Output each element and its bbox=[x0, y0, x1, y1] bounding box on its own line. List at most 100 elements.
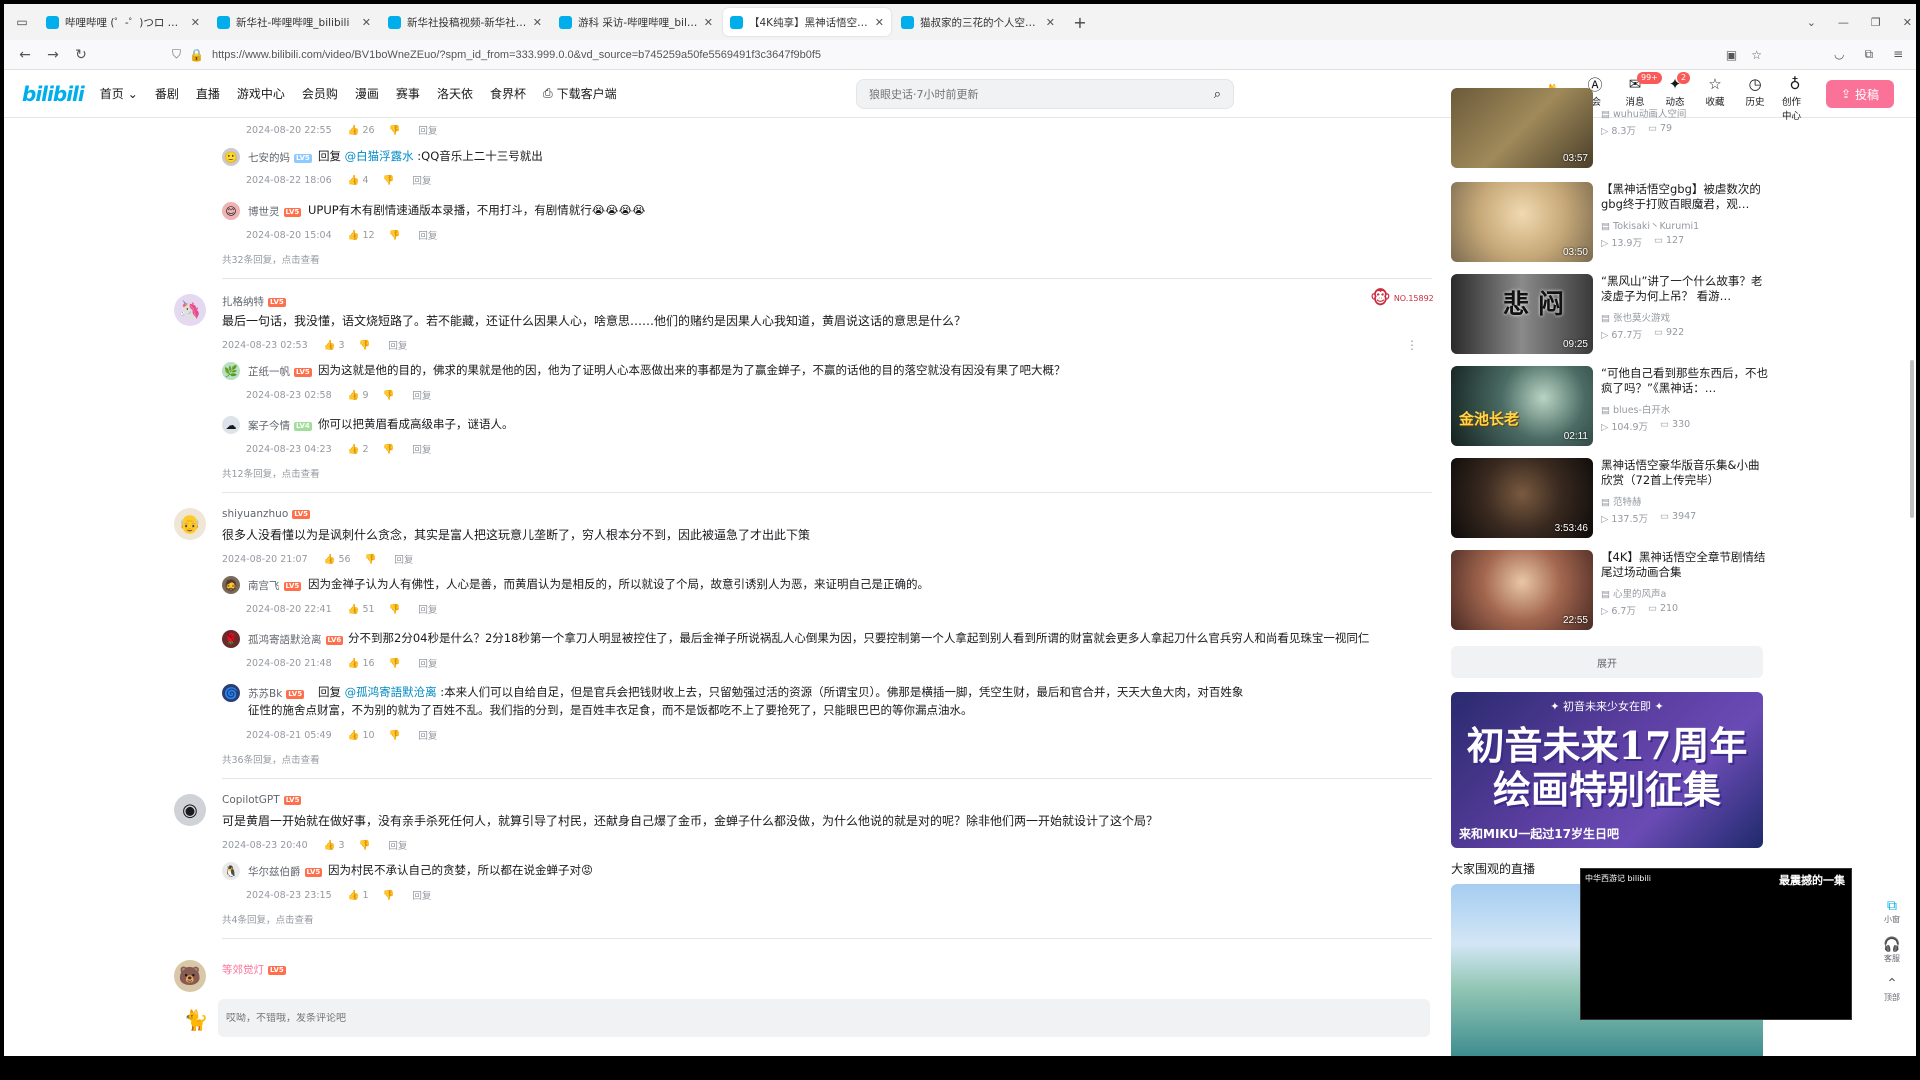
reply-button[interactable]: 回复 bbox=[418, 656, 437, 670]
like-button[interactable]: 👍 1 bbox=[348, 890, 369, 901]
uploader-name[interactable]: ▤ Tokisaki丶Kurumi1 bbox=[1601, 218, 1699, 232]
recommended-video[interactable]: 22:55 【4K】黑神话悟空全章节剧情结尾过场动画合集 ▤ 心里的风声a ▷ … bbox=[1451, 550, 1771, 632]
search-icon[interactable]: ⌕ bbox=[1214, 87, 1221, 102]
avatar[interactable]: 😊 bbox=[222, 202, 240, 220]
dislike-icon[interactable]: 👎 bbox=[389, 125, 401, 136]
browser-tab[interactable]: 新华社投稿视频-新华社视频分✕ bbox=[381, 8, 549, 36]
reply-button[interactable]: 回复 bbox=[418, 123, 437, 137]
nav-home[interactable]: 首页 ⌄ bbox=[100, 85, 138, 102]
comment-username[interactable]: 等郊觉灯 LV5 bbox=[222, 962, 286, 977]
reload-icon[interactable]: ↻ bbox=[68, 42, 94, 68]
expand-button[interactable]: 展开 bbox=[1451, 646, 1763, 678]
bookmark-star-icon[interactable]: ☆ bbox=[1751, 48, 1762, 62]
nav-food-cup[interactable]: 食界杯 bbox=[490, 85, 526, 102]
search-input[interactable] bbox=[869, 87, 1214, 101]
nav-game-center[interactable]: 游戏中心 bbox=[237, 85, 285, 102]
dislike-icon[interactable]: 👎 bbox=[359, 340, 371, 351]
video-thumbnail[interactable]: 金池长老 02:11 bbox=[1451, 366, 1593, 446]
mention-link[interactable]: @白猫浮露水 bbox=[345, 149, 414, 163]
reply-button[interactable]: 回复 bbox=[418, 728, 437, 742]
comment-input[interactable] bbox=[226, 1012, 1422, 1024]
browser-tab[interactable]: 猫叔家的三花的个人空间-猫叔✕ bbox=[894, 8, 1062, 36]
reply-button[interactable]: 回复 bbox=[412, 388, 431, 402]
like-button[interactable]: 👍 10 bbox=[348, 730, 375, 741]
reply-button[interactable]: 回复 bbox=[412, 888, 431, 902]
reply-username[interactable]: 孤鸿寄語默沧离 LV6 bbox=[248, 632, 344, 647]
reply-username[interactable]: 华尔兹伯爵 LV5 bbox=[248, 864, 323, 879]
comment-username[interactable]: shiyuanzhuo LV5 bbox=[222, 508, 311, 520]
shield-icon[interactable]: ⛉ bbox=[172, 47, 181, 62]
uploader-name[interactable]: ▤ 范特赫 bbox=[1601, 494, 1642, 508]
view-more-replies-link[interactable]: 共32条回复，点击查看 bbox=[222, 252, 320, 266]
browser-tab[interactable]: 新华社-哔哩哔哩_bilibili ✕ bbox=[210, 8, 378, 36]
browser-tab-active[interactable]: 【4K纯享】黑神话悟空章节动画✕ bbox=[723, 8, 891, 36]
bilibili-logo[interactable]: bilibili bbox=[22, 82, 85, 106]
close-tab-icon[interactable]: ✕ bbox=[362, 16, 371, 29]
comment-username[interactable]: 扎格纳特 LV5 bbox=[222, 294, 286, 309]
avatar[interactable]: 🌹 bbox=[222, 630, 240, 648]
avatar[interactable]: 🌿 bbox=[222, 362, 240, 380]
close-tab-icon[interactable]: ✕ bbox=[704, 16, 713, 29]
like-button[interactable]: 👍 12 bbox=[348, 230, 375, 241]
new-tab-button[interactable]: + bbox=[1068, 10, 1092, 34]
video-title[interactable]: 【4K】黑神话悟空全章节剧情结尾过场动画合集 bbox=[1601, 550, 1769, 580]
avatar[interactable]: 🧔 bbox=[222, 576, 240, 594]
dislike-icon[interactable]: 👎 bbox=[383, 175, 395, 186]
nav-creator-center[interactable]: ♁ 创作中心 bbox=[1782, 74, 1808, 122]
reply-button[interactable]: 回复 bbox=[388, 838, 407, 852]
minimize-button[interactable]: — bbox=[1838, 16, 1849, 29]
close-window-button[interactable]: ✕ bbox=[1903, 16, 1912, 29]
avatar[interactable]: 👴 bbox=[174, 508, 206, 540]
forward-arrow-icon[interactable]: → bbox=[40, 42, 66, 68]
avatar[interactable]: 🐻 bbox=[174, 960, 206, 992]
reply-button[interactable]: 回复 bbox=[412, 173, 431, 187]
promo-banner[interactable]: ✦ 初音未来少女在即 ✦ 初音未来17周年绘画特别征集 来和MIKU一起过17岁… bbox=[1451, 692, 1763, 848]
tab-overflow-chevron-icon[interactable]: ⌄ bbox=[1807, 16, 1816, 29]
nav-luotianyi[interactable]: 洛天依 bbox=[437, 85, 473, 102]
upload-button[interactable]: ⇪ 投稿 bbox=[1826, 80, 1894, 108]
video-thumbnail[interactable]: 03:57 bbox=[1451, 88, 1593, 168]
avatar[interactable]: ☁ bbox=[222, 416, 240, 434]
mini-player[interactable]: 中华西游记 bilibili 最震撼的一集 bbox=[1580, 868, 1852, 1020]
view-more-replies-link[interactable]: 共4条回复，点击查看 bbox=[222, 912, 314, 926]
search-box[interactable]: ⌕ bbox=[856, 79, 1234, 109]
video-title[interactable]: 【黑神话悟空gbg】被虐数次的gbg终于打败百眼魔君，观… bbox=[1601, 182, 1769, 212]
reply-button[interactable]: 回复 bbox=[418, 228, 437, 242]
avatar[interactable]: 🦄 bbox=[174, 294, 206, 326]
restore-button[interactable]: ❐ bbox=[1871, 16, 1881, 29]
reply-username[interactable]: 南宫飞 LV5 bbox=[248, 578, 302, 593]
close-tab-icon[interactable]: ✕ bbox=[1046, 16, 1055, 29]
reply-button[interactable]: 回复 bbox=[412, 442, 431, 456]
dislike-icon[interactable]: 👎 bbox=[389, 658, 401, 669]
mini-window-button[interactable]: ⧉ 小窗 bbox=[1884, 898, 1900, 925]
back-arrow-icon[interactable]: ← bbox=[12, 42, 38, 68]
like-button[interactable]: 👍 51 bbox=[348, 604, 375, 615]
uploader-name[interactable]: ▤ wuhu动画人空间 bbox=[1601, 106, 1686, 120]
video-thumbnail[interactable]: 3:53:46 bbox=[1451, 458, 1593, 538]
browser-tab[interactable]: 哔哩哔哩 (゜-゜)つロ 干杯~-bi✕ bbox=[39, 8, 207, 36]
view-more-replies-link[interactable]: 共36条回复，点击查看 bbox=[222, 752, 320, 766]
recommended-video[interactable]: 03:57 ▤ wuhu动画人空间 ▷ 8.3万 ▭ 79 bbox=[1451, 88, 1771, 176]
reply-username[interactable]: 博世灵 LV5 bbox=[248, 204, 302, 219]
like-button[interactable]: 👍 2 bbox=[348, 444, 369, 455]
reply-button[interactable]: 回复 bbox=[388, 338, 407, 352]
extensions-icon[interactable]: ⧉ bbox=[1864, 47, 1873, 62]
address-bar[interactable]: ⛉ 🔒 https://www.bilibili.com/video/BV1bo… bbox=[172, 43, 1762, 67]
tab-list-icon[interactable]: ▭ bbox=[8, 8, 36, 36]
close-tab-icon[interactable]: ✕ bbox=[533, 16, 542, 29]
avatar[interactable]: 🐧 bbox=[222, 862, 240, 880]
scrollbar-thumb[interactable] bbox=[1910, 360, 1914, 518]
dislike-icon[interactable]: 👎 bbox=[389, 730, 401, 741]
nav-manga[interactable]: 漫画 bbox=[355, 85, 379, 102]
video-thumbnail[interactable]: 03:50 bbox=[1451, 182, 1593, 262]
video-title[interactable]: “可他自己看到那些东西后，不也疯了吗？”《黑神话：… bbox=[1601, 366, 1769, 396]
lock-icon[interactable]: 🔒 bbox=[189, 48, 204, 62]
like-button[interactable]: 👍 9 bbox=[348, 390, 369, 401]
customer-service-button[interactable]: 🎧 客服 bbox=[1883, 937, 1900, 964]
video-thumbnail[interactable]: 22:55 bbox=[1451, 550, 1593, 630]
avatar[interactable]: ◉ bbox=[174, 794, 206, 826]
picture-in-picture-icon[interactable]: ▣ bbox=[1726, 48, 1737, 62]
video-title[interactable]: “黑风山”讲了一个什么故事？老凌虚子为何上吊？ 看游… bbox=[1601, 274, 1769, 304]
dislike-icon[interactable]: 👎 bbox=[383, 890, 395, 901]
dislike-icon[interactable]: 👎 bbox=[365, 554, 377, 565]
